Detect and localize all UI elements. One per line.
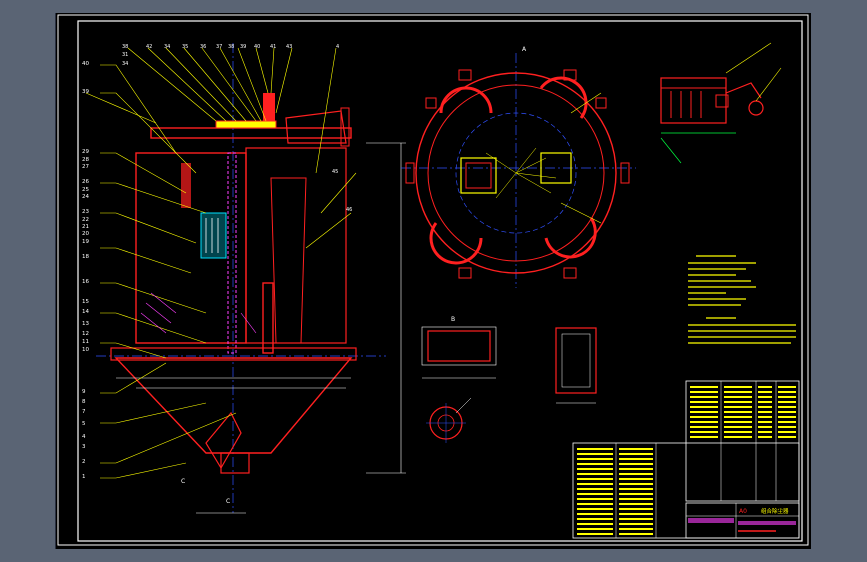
svg-text:38: 38 bbox=[228, 44, 234, 50]
part-label: 9 bbox=[82, 389, 86, 395]
part-label: 22 bbox=[82, 217, 89, 223]
part-label: 21 bbox=[82, 224, 89, 230]
view-label: C bbox=[226, 498, 230, 505]
part-label: 24 bbox=[82, 194, 89, 200]
part-label: 39 bbox=[82, 89, 89, 95]
section-c-view bbox=[555, 327, 597, 404]
part-label: 10 bbox=[82, 347, 89, 353]
svg-text:37: 37 bbox=[216, 44, 222, 50]
part-label: 23 bbox=[82, 209, 89, 215]
part-label: 11 bbox=[82, 339, 89, 345]
part-label: 40 bbox=[82, 61, 89, 67]
section-label-a: A bbox=[522, 46, 527, 53]
part-label: 20 bbox=[82, 231, 89, 237]
svg-text:45: 45 bbox=[332, 169, 338, 175]
part-label: 29 bbox=[82, 149, 89, 155]
part-label: 5 bbox=[82, 421, 86, 427]
svg-text:31: 31 bbox=[122, 52, 128, 58]
section-label-c: C bbox=[181, 478, 185, 485]
part-label: 14 bbox=[82, 309, 89, 315]
part-label: 4 bbox=[82, 434, 86, 440]
flange-detail bbox=[426, 397, 472, 443]
part-label: 8 bbox=[82, 399, 86, 405]
part-label: 2 bbox=[82, 459, 86, 465]
svg-text:46: 46 bbox=[346, 207, 352, 213]
svg-text:34: 34 bbox=[164, 44, 170, 50]
drawing-title: 组合除尘器 bbox=[761, 507, 789, 515]
part-label: 16 bbox=[82, 279, 89, 285]
part-label: 18 bbox=[82, 254, 89, 260]
cad-viewport[interactable]: 40 39 29 28 27 26 25 24 23 22 21 20 19 1… bbox=[55, 13, 811, 549]
svg-text:39: 39 bbox=[240, 44, 246, 50]
part-label: 1 bbox=[82, 474, 86, 480]
technical-notes bbox=[688, 255, 796, 344]
part-label: 3 bbox=[82, 444, 86, 450]
part-label: 12 bbox=[82, 331, 89, 337]
drawing-number: A0 bbox=[739, 508, 747, 515]
part-label: 25 bbox=[82, 187, 89, 193]
part-label: 27 bbox=[82, 164, 89, 170]
svg-text:43: 43 bbox=[286, 44, 292, 50]
section-b-view: B bbox=[421, 316, 497, 379]
part-label: 15 bbox=[82, 299, 89, 305]
part-label: 28 bbox=[82, 157, 89, 163]
svg-text:4: 4 bbox=[336, 44, 339, 50]
cad-drawing[interactable]: 40 39 29 28 27 26 25 24 23 22 21 20 19 1… bbox=[56, 13, 811, 549]
part-number-column: 40 39 29 28 27 26 25 24 23 22 21 20 19 1… bbox=[82, 61, 89, 480]
part-label: 13 bbox=[82, 321, 89, 327]
plan-view: A bbox=[401, 46, 636, 288]
main-elevation-view bbox=[85, 43, 406, 514]
svg-text:41: 41 bbox=[270, 44, 276, 50]
title-block: A0 组合除尘器 bbox=[685, 502, 800, 539]
part-label: 7 bbox=[82, 409, 86, 415]
section-label-b: B bbox=[451, 316, 455, 323]
svg-text:38: 38 bbox=[122, 44, 128, 50]
svg-text:42: 42 bbox=[146, 44, 152, 50]
svg-text:35: 35 bbox=[182, 44, 188, 50]
part-label: 19 bbox=[82, 239, 89, 245]
sheet-frame bbox=[57, 14, 809, 546]
svg-text:40: 40 bbox=[254, 44, 260, 50]
part-label: 26 bbox=[82, 179, 89, 185]
svg-text:34: 34 bbox=[122, 61, 128, 67]
svg-text:36: 36 bbox=[200, 44, 206, 50]
detail-view bbox=[660, 42, 782, 164]
